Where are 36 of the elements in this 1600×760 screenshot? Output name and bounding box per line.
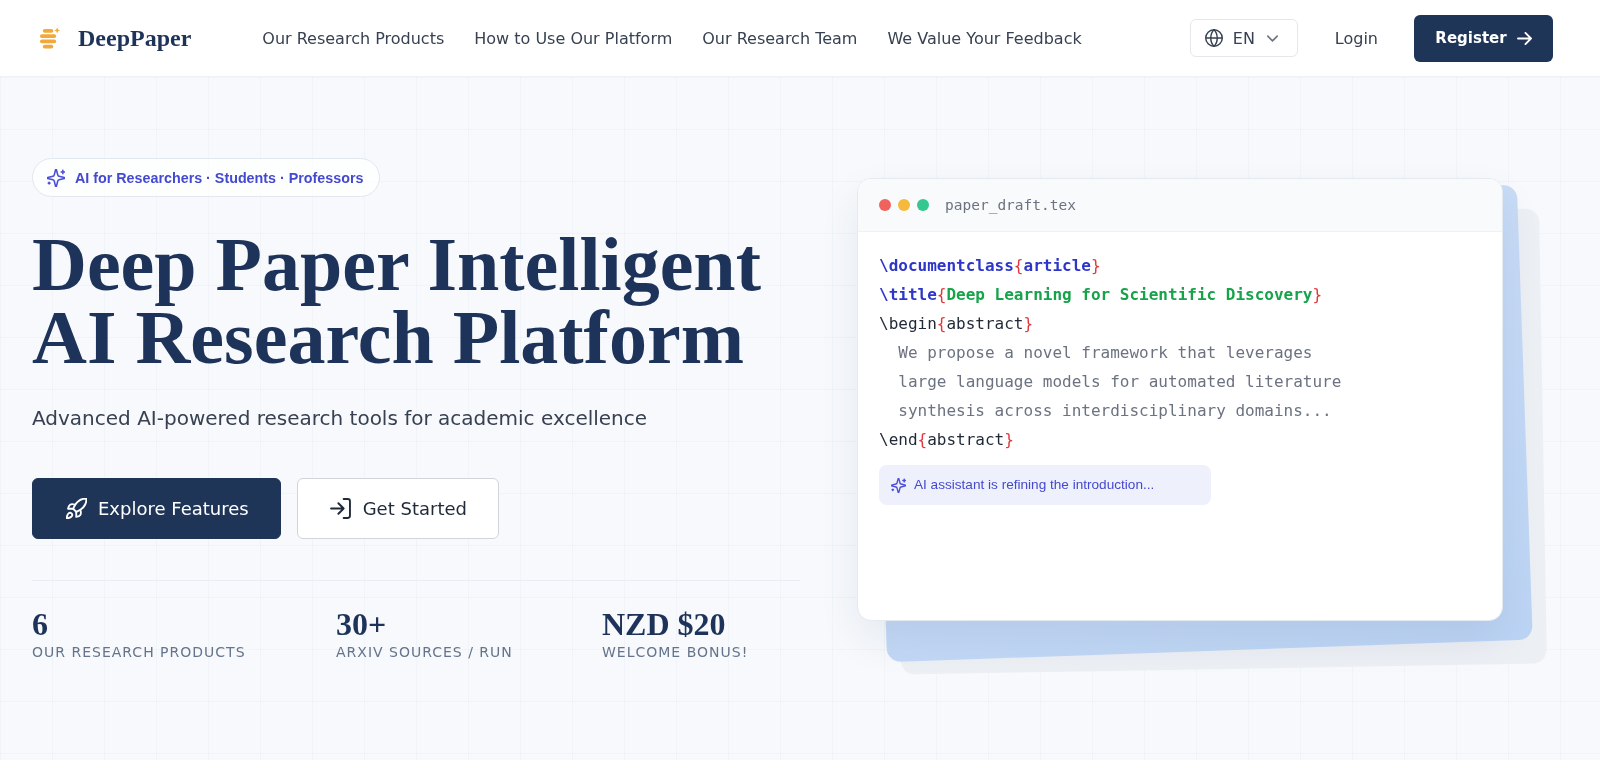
badge-text: AI for Researchers · Students · Professors <box>75 169 364 186</box>
code-line: \documentclass{article} <box>879 255 1101 277</box>
nav-link[interactable]: Our Research Products <box>262 28 445 48</box>
code-line: large language models for automated literature <box>897 371 1342 393</box>
file-name: paper_draft.tex <box>945 197 1076 213</box>
sparkles-icon <box>891 477 906 493</box>
chevron-down-icon <box>1266 34 1278 42</box>
code-line: \begin{abstract} <box>879 313 1034 335</box>
sign-in-icon <box>329 498 351 519</box>
hero-title: Deep Paper Intelligent AI Research Platform <box>32 228 761 374</box>
nav-link[interactable]: Our Research Team <box>702 28 858 48</box>
brand-name: DeepPaper <box>78 24 192 52</box>
register-button[interactable]: Register <box>1414 14 1553 62</box>
stat-value: NZD $20 <box>602 605 726 643</box>
stat-label: WELCOME BONUS! <box>602 643 749 661</box>
code-line: synthesis across interdisciplinary domains... <box>897 400 1332 422</box>
code-line: We propose a novel framework that leverages <box>897 342 1313 364</box>
login-link[interactable]: Login <box>1334 28 1378 48</box>
language-selector[interactable]: EN <box>1189 19 1298 57</box>
rocket-icon <box>66 498 87 519</box>
sparkles-icon <box>47 168 65 187</box>
stat-label: OUR RESEARCH PRODUCTS <box>32 643 246 661</box>
explore-features-button[interactable]: Explore Features <box>32 478 281 539</box>
hero-subtitle: Advanced AI-powered research tools for academic excellence <box>32 405 648 432</box>
assistant-status-text: AI assistant is refining the introduction... <box>914 476 1155 494</box>
get-started-button[interactable]: Get Started <box>296 478 499 539</box>
code-line: \title{Deep Learning for Scientific Discovery} <box>879 284 1323 306</box>
nav-link[interactable]: We Value Your Feedback <box>887 28 1082 48</box>
stat-value: 30+ <box>336 605 387 643</box>
stat-label: ARXIV SOURCES / RUN <box>336 643 513 661</box>
stat-value: 6 <box>32 605 48 643</box>
beehive-icon <box>39 26 60 50</box>
nav-link[interactable]: How to Use Our Platform <box>474 28 673 48</box>
globe-icon <box>1204 29 1223 47</box>
arrow-right-icon <box>1516 31 1532 45</box>
code-line: \end{abstract} <box>879 429 1014 451</box>
